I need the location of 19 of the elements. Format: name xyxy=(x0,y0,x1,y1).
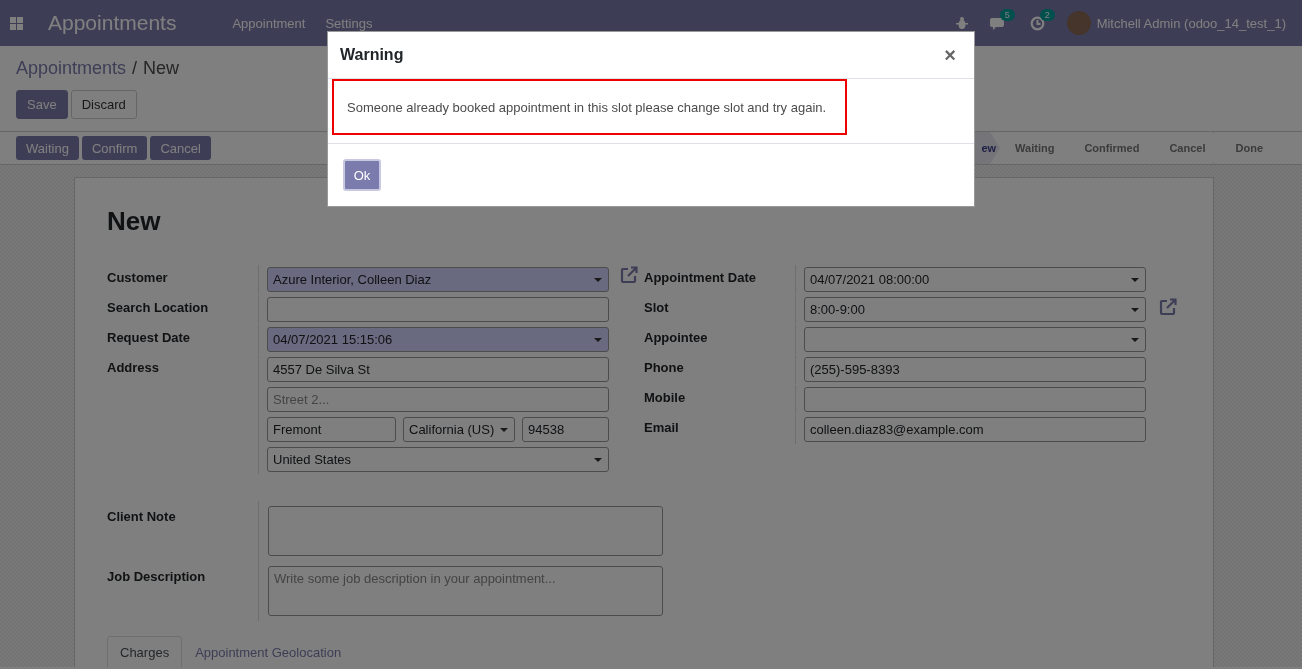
field-label: Phone xyxy=(644,360,684,375)
breadcrumb-current: New xyxy=(143,58,180,80)
field-label: Customer xyxy=(107,270,168,285)
field-label: Appointee xyxy=(644,330,708,345)
field-label: Job Description xyxy=(107,569,206,584)
message-count-badge: 5 xyxy=(999,8,1015,21)
field-label: Search Location xyxy=(107,300,209,315)
field-label: Request Date xyxy=(107,330,191,345)
dialog-title: Warning xyxy=(340,46,404,64)
activity-count-badge: 2 xyxy=(1039,8,1055,21)
field-label: Slot xyxy=(644,300,669,315)
field-label: Mobile xyxy=(644,390,686,405)
warning-message: Someone already booked appointment in this slot please change slot and try again. xyxy=(332,79,847,135)
field-label: Email xyxy=(644,420,679,435)
breadcrumb-separator: / xyxy=(132,58,138,80)
field-label: Appointment Date xyxy=(644,270,756,285)
record-title: New xyxy=(107,206,162,237)
field-label: Client Note xyxy=(107,509,176,524)
field-label: Address xyxy=(107,360,160,375)
